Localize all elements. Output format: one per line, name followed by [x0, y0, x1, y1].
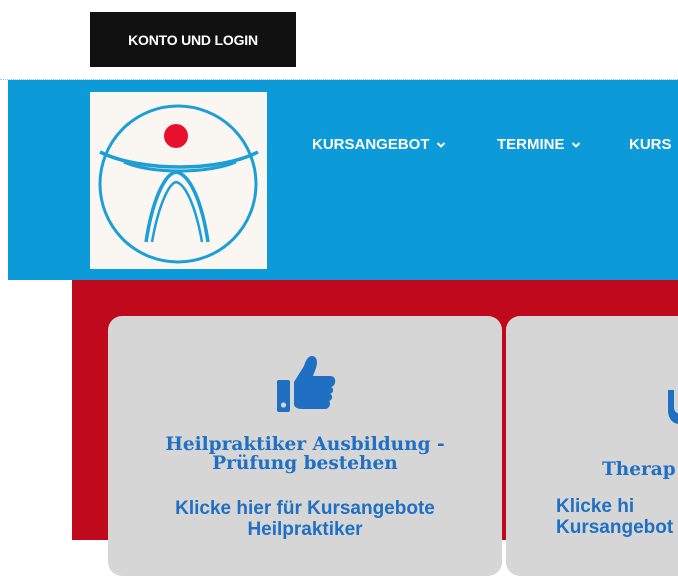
nav-item-label: KURSANGEBOT — [312, 136, 430, 153]
account-login-button[interactable]: KONTO UND LOGIN — [90, 12, 296, 67]
course-card-therapie[interactable]: Therap Klicke hi Kursangebot — [506, 316, 678, 576]
nav-item-label: KURS — [629, 136, 672, 153]
card-link-text: Klicke hi Kursangebot — [556, 496, 674, 538]
thumbs-up-icon — [277, 356, 336, 412]
chevron-down-icon — [571, 141, 580, 148]
nav-item-kurs[interactable]: KURS — [629, 136, 672, 153]
thumbs-up-icon — [668, 390, 678, 424]
nav-item-termine[interactable]: TERMINE — [497, 136, 581, 153]
card-link[interactable]: Klicke hier für Kursangebote Heilpraktik… — [138, 498, 472, 540]
course-card-heilpraktiker[interactable]: Heilpraktiker Ausbildung - Prüfung beste… — [108, 316, 502, 576]
card-title: Heilpraktiker Ausbildung - Prüfung beste… — [165, 434, 445, 474]
nav-item-label: TERMINE — [497, 136, 565, 153]
card-title: Therap — [602, 459, 676, 480]
nav-item-kursangebot[interactable]: KURSANGEBOT — [312, 136, 446, 153]
top-bar: KONTO UND LOGIN — [0, 0, 678, 80]
site-logo[interactable] — [90, 92, 267, 269]
chevron-down-icon — [436, 141, 445, 148]
card-link[interactable]: Klicke hi Kursangebot — [512, 496, 678, 538]
main-nav: KURSANGEBOT TERMINE KURS — [0, 136, 678, 156]
vitruvian-figure-logo-icon — [98, 104, 259, 264]
